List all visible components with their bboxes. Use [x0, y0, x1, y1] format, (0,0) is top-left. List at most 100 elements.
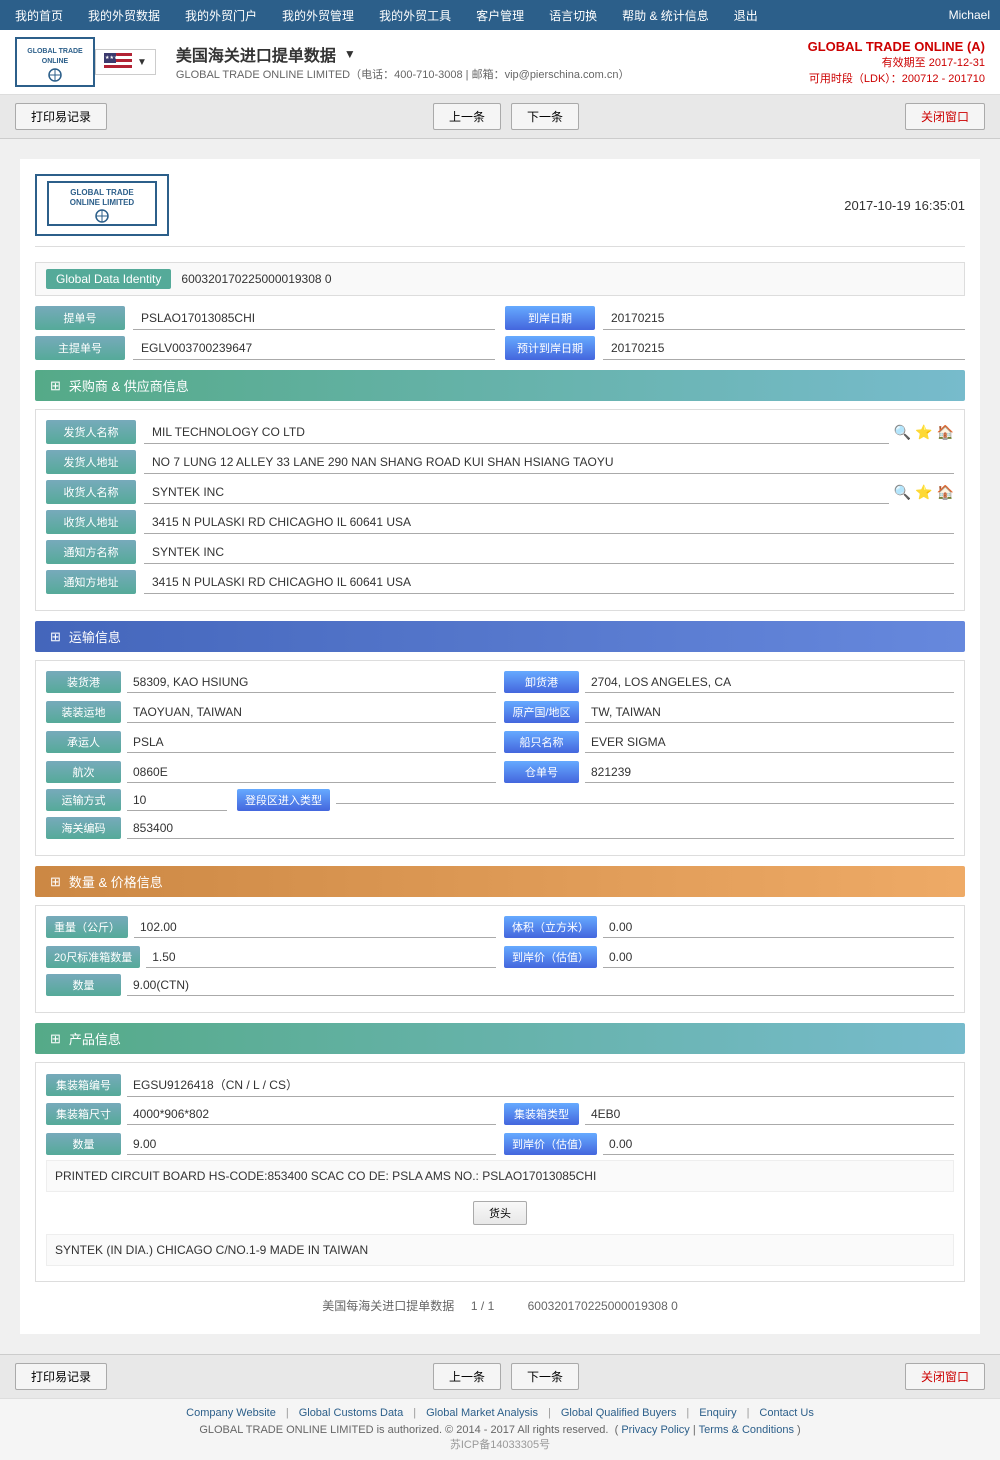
product-section: 集装箱编号 EGSU9126418（CN / L / CS） 集装箱尺寸 400…: [35, 1062, 965, 1282]
voyage-label: 航次: [46, 761, 121, 783]
language-selector[interactable]: ★★★ ▼: [95, 49, 156, 75]
icp-number: 苏ICP备14033305号: [8, 1436, 992, 1452]
packing-place-label: 装装运地: [46, 701, 121, 723]
vessel-name-label: 船只名称: [504, 731, 579, 753]
dropdown-icon[interactable]: ▼: [344, 47, 356, 61]
volume-label: 体积（立方米）: [504, 916, 597, 938]
discharge-port-field: 卸货港 2704, LOS ANGELES, CA: [504, 671, 954, 693]
page-total: 1: [488, 1299, 495, 1313]
document-timestamp: 2017-10-19 16:35:01: [844, 198, 965, 213]
product-description: PRINTED CIRCUIT BOARD HS-CODE:853400 SCA…: [46, 1160, 954, 1192]
buyer-supplier-label: 采购商 & 供应商信息: [69, 376, 189, 395]
section-icon-tr: ⊞: [50, 629, 61, 645]
search-icon[interactable]: 🔍: [894, 424, 911, 441]
transport-mode-row: 运输方式 10 登段区进入类型: [46, 789, 954, 811]
nav-logout[interactable]: 退出: [729, 7, 763, 24]
next-button[interactable]: 下一条: [511, 103, 579, 130]
consignee-addr-label: 收货人地址: [46, 510, 136, 534]
ftz-entry-value: [336, 797, 954, 804]
transport-mode-value: 10: [127, 790, 227, 811]
footer-links: Company Website | Global Customs Data | …: [8, 1407, 992, 1419]
global-data-value: 600320170225000019308 0: [181, 272, 331, 286]
home-icon-2[interactable]: 🏠: [937, 484, 954, 501]
print-button[interactable]: 打印易记录: [15, 103, 107, 130]
main-content-area: GLOBAL TRADE ONLINE LIMITED 2017-10-19 1…: [0, 139, 1000, 1354]
shipper-name-row: 发货人名称 MIL TECHNOLOGY CO LTD 🔍 ⭐ 🏠: [46, 420, 954, 444]
arrival-price-value: 0.00: [603, 947, 954, 968]
notify-name-value: SYNTEK INC: [144, 541, 954, 564]
star-icon-2[interactable]: ⭐: [915, 484, 932, 501]
brand-logo: GLOBAL TRADE ONLINE: [15, 37, 95, 87]
product-grid: 集装箱尺寸 4000*906*802 集装箱类型 4EB0 数量 9.00 到岸…: [46, 1103, 954, 1155]
container-no-prod-value: EGSU9126418（CN / L / CS）: [127, 1073, 954, 1097]
quantity-price-section: 重量（公斤） 102.00 体积（立方米） 0.00 20尺标准箱数量 1.50…: [35, 905, 965, 1013]
container-type-field: 集装箱类型 4EB0: [504, 1103, 954, 1125]
volume-value: 0.00: [603, 917, 954, 938]
arrival-value: 20170215: [603, 307, 965, 330]
account-info: GLOBAL TRADE ONLINE (A) 有效期至 2017-12-31 …: [808, 39, 985, 86]
next-button-bottom[interactable]: 下一条: [511, 1363, 579, 1390]
footer-company-website[interactable]: Company Website: [186, 1407, 276, 1419]
page-info-row: 美国每海关进口提单数据 1 / 1 600320170225000019308 …: [35, 1292, 965, 1319]
print-button-bottom[interactable]: 打印易记录: [15, 1363, 107, 1390]
footer-enquiry[interactable]: Enquiry: [699, 1407, 736, 1419]
header-subtitle: GLOBAL TRADE ONLINE LIMITED（电话：400-710-3…: [176, 66, 788, 82]
svg-text:GLOBAL TRADE: GLOBAL TRADE: [27, 48, 83, 55]
origin-country-field: 原产国/地区 TW, TAIWAN: [504, 701, 954, 723]
shipper-name-value: MIL TECHNOLOGY CO LTD: [144, 421, 889, 444]
transport-section-header: ⊞ 运输信息: [35, 621, 965, 652]
nav-management[interactable]: 我的外贸管理: [277, 7, 359, 24]
expire-label: 有效期至: [882, 57, 926, 69]
transport-label: 运输信息: [69, 627, 121, 646]
footer-contact-us[interactable]: Contact Us: [759, 1407, 813, 1419]
nav-help[interactable]: 帮助 & 统计信息: [617, 7, 714, 24]
nav-trade-data[interactable]: 我的外贸数据: [83, 7, 165, 24]
loading-port-field: 装货港 58309, KAO HSIUNG: [46, 671, 496, 693]
prod-arrival-price-label: 到岸价（估值）: [504, 1133, 597, 1155]
footer-global-buyers[interactable]: Global Qualified Buyers: [561, 1407, 677, 1419]
qp-grid: 重量（公斤） 102.00 体积（立方米） 0.00 20尺标准箱数量 1.50…: [46, 916, 954, 968]
notify-name-row: 通知方名称 SYNTEK INC: [46, 540, 954, 564]
nav-portal[interactable]: 我的外贸门户: [180, 7, 262, 24]
buyer-supplier-section-header: ⊞ 采购商 & 供应商信息: [35, 370, 965, 401]
volume-field: 体积（立方米） 0.00: [504, 916, 954, 938]
master-bill-label: 主提单号: [35, 336, 125, 360]
nav-language[interactable]: 语言切换: [544, 7, 602, 24]
close-button-bottom[interactable]: 关闭窗口: [905, 1363, 985, 1390]
close-button[interactable]: 关闭窗口: [905, 103, 985, 130]
footer-global-market[interactable]: Global Market Analysis: [426, 1407, 538, 1419]
consignee-name-row: 收货人名称 SYNTEK INC 🔍 ⭐ 🏠: [46, 480, 954, 504]
arrival-price-field: 到岸价（估值） 0.00: [504, 946, 954, 968]
cargos-button[interactable]: 货头: [473, 1201, 527, 1225]
chevron-down-icon: ▼: [137, 57, 147, 68]
footer-privacy[interactable]: Privacy Policy: [621, 1424, 689, 1436]
packing-place-field: 装装运地 TAOYUAN, TAIWAN: [46, 701, 496, 723]
prod-quantity-value: 9.00: [127, 1134, 496, 1155]
star-icon[interactable]: ⭐: [915, 424, 932, 441]
doc-footer-title: 美国每海关进口提单数据: [322, 1299, 454, 1313]
section-icon-prod: ⊞: [50, 1031, 61, 1047]
document-header: GLOBAL TRADE ONLINE LIMITED 2017-10-19 1…: [35, 174, 965, 247]
page-footer: Company Website | Global Customs Data | …: [0, 1398, 1000, 1460]
home-icon[interactable]: 🏠: [937, 424, 954, 441]
shipper-addr-value: NO 7 LUNG 12 ALLEY 33 LANE 290 NAN SHANG…: [144, 451, 954, 474]
search-icon-2[interactable]: 🔍: [894, 484, 911, 501]
nav-customer[interactable]: 客户管理: [471, 7, 529, 24]
quantity-value: 9.00(CTN): [127, 975, 954, 996]
nav-tools[interactable]: 我的外贸工具: [374, 7, 456, 24]
quantity-price-label: 数量 & 价格信息: [69, 872, 163, 891]
shipper-addr-row: 发货人地址 NO 7 LUNG 12 ALLEY 33 LANE 290 NAN…: [46, 450, 954, 474]
footer-global-customs[interactable]: Global Customs Data: [299, 1407, 404, 1419]
nav-home[interactable]: 我的首页: [10, 7, 68, 24]
prev-button-bottom[interactable]: 上一条: [433, 1363, 501, 1390]
footer-terms[interactable]: Terms & Conditions: [699, 1424, 794, 1436]
transport-grid: 装货港 58309, KAO HSIUNG 卸货港 2704, LOS ANGE…: [46, 671, 954, 783]
section-icon-bs: ⊞: [50, 378, 61, 394]
consignee-icons: 🔍 ⭐ 🏠: [894, 484, 954, 501]
flag-icon: ★★★: [104, 53, 132, 71]
expire-date: 2017-12-31: [929, 57, 985, 69]
container-no-prod-row: 集装箱编号 EGSU9126418（CN / L / CS）: [46, 1073, 954, 1097]
notify-name-label: 通知方名称: [46, 540, 136, 564]
customs-code-value: 853400: [127, 818, 954, 839]
prev-button[interactable]: 上一条: [433, 103, 501, 130]
